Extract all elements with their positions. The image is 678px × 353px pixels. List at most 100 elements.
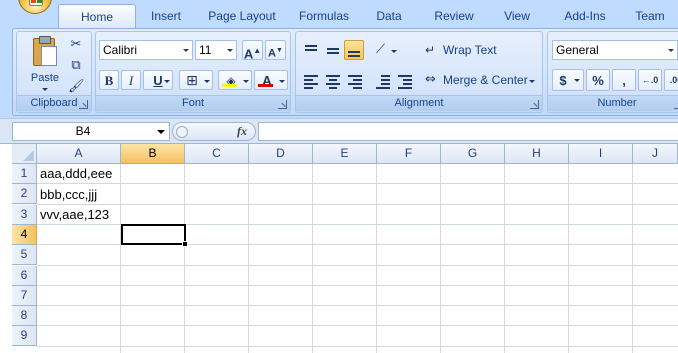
borders-button[interactable]: ⊞ <box>179 70 213 90</box>
grow-font-label: A <box>243 46 254 62</box>
decrease-decimal-icon[interactable]: .00 <box>664 69 678 91</box>
wrap-text-icon: ↵ <box>425 43 436 57</box>
office-logo-icon <box>29 0 43 6</box>
currency-button[interactable]: $ <box>552 69 584 91</box>
clipboard-group: Paste ✂ ⧉ 🖌 Clipboard <box>16 31 92 113</box>
font-size-value: 11 <box>199 43 212 57</box>
top-align-icon[interactable] <box>300 40 320 60</box>
merge-center-label: Merge & Center <box>443 73 528 87</box>
bold-button[interactable]: B <box>99 70 119 90</box>
column-header-c[interactable]: C <box>185 144 249 164</box>
number-format-value: General <box>556 43 599 57</box>
chevron-down-icon <box>529 80 535 83</box>
column-header-d[interactable]: D <box>249 144 313 164</box>
column-header-e[interactable]: E <box>313 144 377 164</box>
row-header-2[interactable]: 2 <box>12 184 37 204</box>
column-header-g[interactable]: G <box>441 144 505 164</box>
font-color-button[interactable]: A <box>254 70 288 90</box>
tab-page-layout[interactable]: Page Layout <box>201 4 283 28</box>
paste-button[interactable]: Paste <box>23 35 65 95</box>
cell-A3[interactable]: vvv,aae,123 <box>40 205 109 225</box>
row-header-8[interactable]: 8 <box>12 306 37 326</box>
row-header-4[interactable]: 4 <box>12 225 37 245</box>
font-launcher-icon[interactable] <box>278 100 287 109</box>
sheet-left-margin <box>0 144 12 353</box>
font-group-title: Font <box>96 95 290 111</box>
tab-insert[interactable]: Insert <box>141 4 191 28</box>
increase-decimal-icon[interactable]: ←.0 <box>638 69 662 91</box>
column-header-j[interactable]: J <box>633 144 678 164</box>
align-right-icon[interactable] <box>344 70 364 90</box>
tab-team[interactable]: Team <box>630 4 670 28</box>
underline-button[interactable]: U <box>143 70 173 90</box>
number-format-dropdown[interactable]: General <box>552 40 678 60</box>
tab-home[interactable]: Home <box>58 4 136 28</box>
cut-icon[interactable]: ✂ <box>67 35 85 53</box>
orientation-icon[interactable]: ⟋ <box>372 40 400 60</box>
column-header-b[interactable]: B <box>121 144 185 164</box>
decrease-indent-icon[interactable] <box>372 70 392 90</box>
percent-button[interactable]: % <box>586 69 610 91</box>
merge-center-button[interactable]: ⇔ Merge & Center <box>422 70 540 90</box>
insert-function-area: fx <box>172 122 256 141</box>
middle-align-icon[interactable] <box>322 40 342 60</box>
number-launcher-icon[interactable] <box>674 100 678 109</box>
formula-input[interactable] <box>258 122 678 141</box>
insert-function-icon[interactable]: fx <box>237 124 247 139</box>
format-painter-icon[interactable]: 🖌 <box>67 77 85 95</box>
ribbon: Home Insert Page Layout Formulas Data Re… <box>0 0 678 118</box>
font-size-dropdown[interactable]: 11 <box>195 40 237 60</box>
chevron-down-icon <box>391 50 397 53</box>
ribbon-tabs: Home Insert Page Layout Formulas Data Re… <box>58 4 670 28</box>
tab-review[interactable]: Review <box>429 4 479 28</box>
active-cell-B4[interactable] <box>121 224 186 245</box>
gridline <box>37 265 678 266</box>
select-all-button[interactable] <box>12 144 37 164</box>
shrink-font-button[interactable]: A▼ <box>265 40 286 60</box>
gridline <box>37 346 678 347</box>
row-header-1[interactable]: 1 <box>12 164 37 184</box>
row-header-3[interactable]: 3 <box>12 205 37 225</box>
wrap-text-button[interactable]: ↵ Wrap Text <box>422 40 502 60</box>
row-header-7[interactable]: 7 <box>12 286 37 306</box>
row-header-5[interactable]: 5 <box>12 245 37 265</box>
fill-handle[interactable] <box>182 241 188 247</box>
clipboard-launcher-icon[interactable] <box>79 100 88 109</box>
name-box[interactable]: B4 <box>12 122 170 141</box>
paste-dropdown-icon <box>42 88 48 91</box>
cell-A1[interactable]: aaa,ddd,eee <box>40 164 112 184</box>
formula-bar-resize-handle[interactable] <box>176 126 188 138</box>
worksheet: ABCDEFGHIJ 123456789 aaa,ddd,eee bbb,ccc… <box>0 144 678 353</box>
ribbon-panel: Paste ✂ ⧉ 🖌 Clipboard Calibri 11 A▲ A▼ B… <box>12 28 678 116</box>
alignment-group-title: Alignment <box>296 95 542 111</box>
column-header-i[interactable]: I <box>569 144 633 164</box>
font-family-dropdown[interactable]: Calibri <box>99 40 193 60</box>
tab-view[interactable]: View <box>499 4 535 28</box>
tab-data[interactable]: Data <box>369 4 409 28</box>
increase-indent-icon[interactable] <box>394 70 414 90</box>
gridline <box>37 325 678 326</box>
paste-icon <box>33 36 57 66</box>
align-center-icon[interactable] <box>322 70 342 90</box>
tab-add-ins[interactable]: Add-Ins <box>560 4 610 28</box>
alignment-launcher-icon[interactable] <box>530 100 539 109</box>
chevron-down-icon <box>668 49 674 52</box>
italic-button[interactable]: I <box>121 70 141 90</box>
align-left-icon[interactable] <box>300 70 320 90</box>
tab-formulas[interactable]: Formulas <box>291 4 357 28</box>
row-header-6[interactable]: 6 <box>12 266 37 286</box>
column-header-h[interactable]: H <box>505 144 569 164</box>
fill-color-button[interactable]: ◈ <box>218 70 252 90</box>
comma-style-button[interactable]: , <box>612 69 636 91</box>
office-button[interactable] <box>18 0 52 14</box>
chevron-down-icon <box>243 80 249 83</box>
column-header-a[interactable]: A <box>37 144 121 164</box>
column-header-f[interactable]: F <box>377 144 441 164</box>
alignment-group: ⟋ ↵ Wrap Text ⇔ Merge & Center Alignment <box>295 31 543 113</box>
cell-A2[interactable]: bbb,ccc,jjj <box>40 185 97 205</box>
grow-font-button[interactable]: A▲ <box>242 40 263 62</box>
bottom-align-icon[interactable] <box>344 40 364 60</box>
copy-icon[interactable]: ⧉ <box>67 56 85 74</box>
row-header-9[interactable]: 9 <box>12 326 37 346</box>
chevron-down-icon[interactable] <box>157 130 165 134</box>
